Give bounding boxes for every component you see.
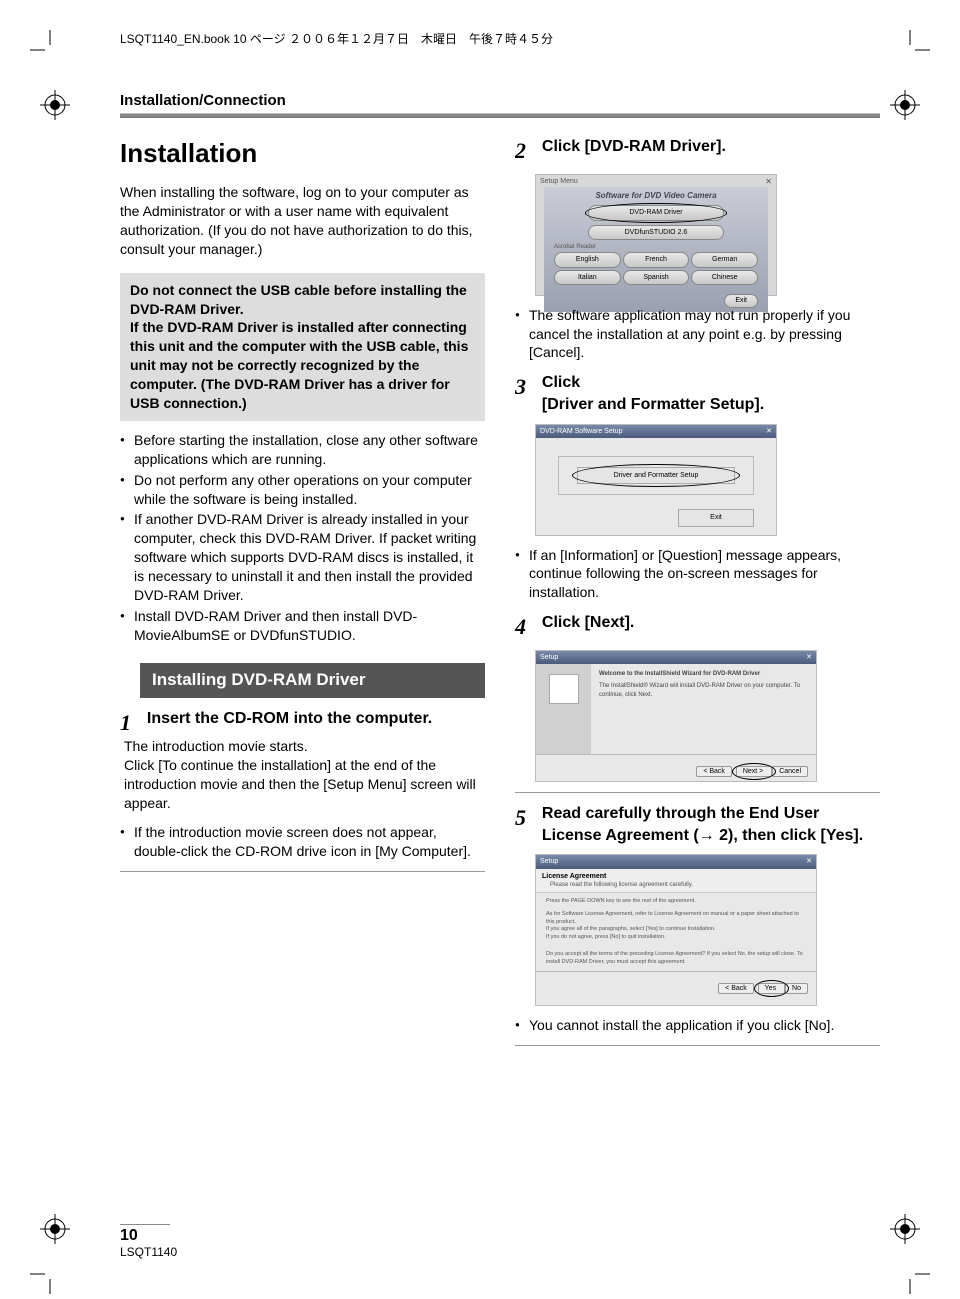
crop-mark-br — [890, 1254, 930, 1294]
step-2: 2 Click [DVD-RAM Driver]. — [515, 136, 880, 166]
lang-button[interactable]: Spanish — [623, 270, 690, 285]
highlight-oval — [585, 203, 727, 222]
intro-text: When installing the software, log on to … — [120, 183, 485, 259]
right-column: 2 Click [DVD-RAM Driver]. Setup Menu ✕ S… — [515, 136, 880, 1052]
eula-text: Do you accept all the terms of the prece… — [546, 951, 806, 966]
registration-mark-bl — [40, 1214, 70, 1244]
wizard-heading: Welcome to the InstallShield Wizard for … — [599, 670, 808, 678]
lang-button[interactable]: English — [554, 252, 621, 267]
divider — [515, 1045, 880, 1046]
eula-text: Press the PAGE DOWN key to see the rest … — [546, 898, 806, 905]
step-1-body: The introduction movie starts. Click [To… — [124, 737, 485, 813]
dvd-ram-driver-button[interactable]: DVD-RAM Driver — [588, 205, 724, 220]
page-title: Installation — [120, 136, 485, 171]
list-item: You cannot install the application if yo… — [515, 1016, 880, 1035]
highlight-oval — [732, 763, 776, 780]
step-4: 4 Click [Next]. — [515, 612, 880, 642]
highlight-oval — [754, 980, 789, 997]
acrobat-label: Acrobat Reader — [554, 243, 758, 251]
section-rule — [120, 113, 880, 118]
step-1-notes: If the introduction movie screen does no… — [120, 823, 485, 861]
window-title: Setup — [540, 857, 558, 866]
eula-screenshot: Setup ✕ License Agreement Please read the… — [535, 854, 817, 1006]
dvdfunstudio-button[interactable]: DVDfunSTUDIO 2.6 — [588, 225, 724, 240]
doc-id: LSQT1140 — [120, 1245, 177, 1259]
window-title-bar: DVD-RAM Software Setup ✕ — [536, 425, 776, 438]
step-1: 1 Insert the CD-ROM into the computer. — [120, 708, 485, 738]
driver-formatter-button[interactable]: Driver and Formatter Setup — [577, 467, 735, 484]
setup-menu-screenshot: Setup Menu ✕ Software for DVD Video Came… — [535, 174, 777, 296]
list-item: The software application may not run pro… — [515, 306, 880, 363]
cancel-button[interactable]: Cancel — [772, 766, 808, 777]
next-button[interactable]: Next > — [736, 766, 772, 777]
list-item: Before starting the installation, close … — [120, 431, 485, 469]
lang-button[interactable]: Italian — [554, 270, 621, 285]
warning-box: Do not connect the USB cable before inst… — [120, 273, 485, 421]
page-footer: 10 LSQT1140 — [120, 1224, 177, 1259]
install-wizard-screenshot: Setup ✕ Welcome to the InstallShield Wiza… — [535, 650, 817, 782]
step-number: 3 — [515, 372, 533, 402]
window-title: Setup — [540, 653, 558, 662]
step-number: 2 — [515, 136, 533, 166]
list-item: If the introduction movie screen does no… — [120, 823, 485, 861]
exit-button[interactable]: Exit — [678, 509, 754, 526]
list-item: If another DVD-RAM Driver is already ins… — [120, 510, 485, 604]
registration-mark-br — [890, 1214, 920, 1244]
step-1-label: Insert the CD-ROM into the computer. — [147, 708, 477, 730]
step-2-label: Click [DVD-RAM Driver]. — [542, 136, 872, 158]
section-label: Installation/Connection — [120, 92, 880, 109]
step-number: 4 — [515, 612, 533, 642]
wizard-icon — [549, 674, 579, 704]
yes-button[interactable]: Yes — [758, 983, 785, 994]
step-2-notes: The software application may not run pro… — [515, 306, 880, 363]
divider — [120, 871, 485, 872]
lang-button[interactable]: French — [623, 252, 690, 267]
wizard-text: The InstallShield® Wizard will install D… — [599, 682, 808, 698]
divider — [515, 792, 880, 793]
close-icon: ✕ — [806, 653, 812, 662]
pre-install-notes: Before starting the installation, close … — [120, 431, 485, 645]
subheading-installing-driver: Installing DVD-RAM Driver — [140, 663, 485, 698]
step-number: 1 — [120, 708, 138, 738]
close-icon: ✕ — [806, 857, 812, 866]
step-3: 3 Click [Driver and Formatter Setup]. — [515, 372, 880, 415]
framemaker-header: LSQT1140_EN.book 10 ページ ２００６年１２月７日 木曜日 午… — [120, 30, 880, 47]
menu-window-label: Setup Menu — [540, 177, 578, 188]
eula-subheading: Please read the following license agreem… — [550, 881, 810, 889]
window-title: DVD-RAM Software Setup — [540, 427, 622, 436]
step-3-notes: If an [Information] or [Question] messag… — [515, 546, 880, 603]
left-column: Installation When installing the softwar… — [120, 136, 485, 1052]
list-item: Install DVD-RAM Driver and then install … — [120, 607, 485, 645]
registration-mark-right — [890, 90, 920, 120]
highlight-oval — [572, 464, 740, 487]
list-item: Do not perform any other operations on y… — [120, 471, 485, 509]
close-icon: ✕ — [765, 177, 772, 188]
eula-text: As for Software License Agreement, refer… — [546, 911, 806, 941]
lang-button[interactable]: German — [691, 252, 758, 267]
registration-mark-left — [40, 90, 70, 120]
lang-button[interactable]: Chinese — [691, 270, 758, 285]
eula-heading: License Agreement — [542, 872, 810, 881]
step-5-label: Read carefully through the End User Lice… — [542, 803, 872, 846]
step-5-notes: You cannot install the application if yo… — [515, 1016, 880, 1035]
crop-mark-tl — [30, 30, 70, 70]
step-4-label: Click [Next]. — [542, 612, 872, 634]
list-item: If an [Information] or [Question] messag… — [515, 546, 880, 603]
step-number: 5 — [515, 803, 533, 833]
step-3-label: Click [Driver and Formatter Setup]. — [542, 372, 872, 415]
back-button[interactable]: < Back — [696, 766, 732, 777]
page-number: 10 — [120, 1227, 177, 1245]
crop-mark-bl — [30, 1254, 70, 1294]
menu-title: Software for DVD Video Camera — [548, 191, 764, 202]
crop-mark-tr — [890, 30, 930, 70]
software-setup-screenshot: DVD-RAM Software Setup ✕ Driver and Form… — [535, 424, 777, 536]
back-button[interactable]: < Back — [718, 983, 754, 994]
step-5: 5 Read carefully through the End User Li… — [515, 803, 880, 846]
close-icon: ✕ — [766, 427, 772, 436]
